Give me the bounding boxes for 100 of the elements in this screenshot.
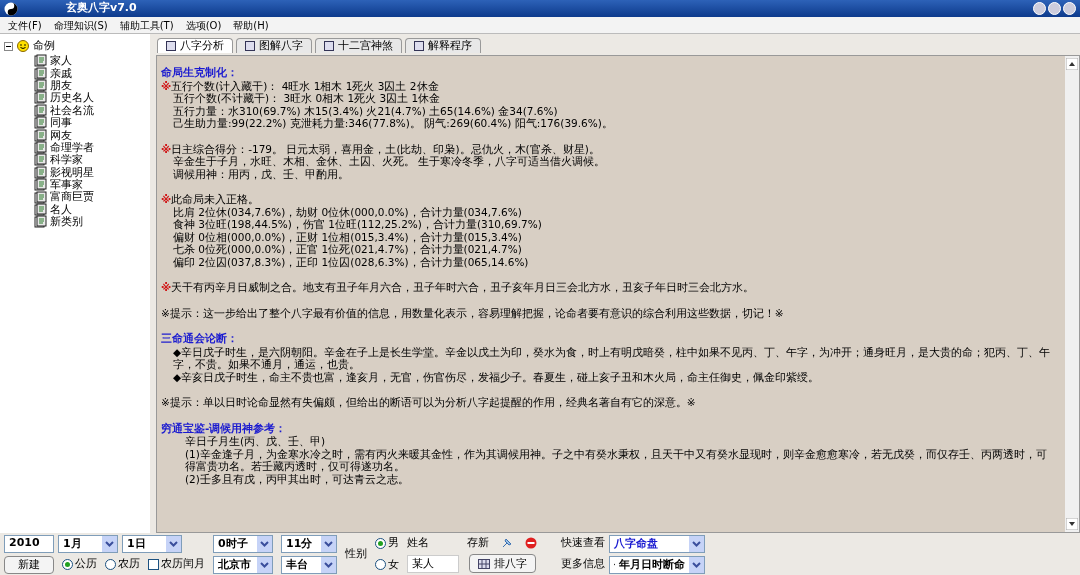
tree-item[interactable]: 家人 — [50, 55, 72, 67]
gender-label: 性别 — [345, 545, 367, 562]
tree-item[interactable]: 命理学者 — [50, 141, 94, 153]
day-select[interactable]: 1日 — [122, 534, 182, 553]
text-line: 辛日子月生(丙、戊、壬、甲) — [185, 435, 326, 448]
tree-item[interactable]: 军事家 — [50, 179, 83, 191]
tab-icon — [166, 41, 176, 51]
collapse-toggle-icon[interactable] — [4, 41, 13, 51]
quick-view-select[interactable]: 八字命盘 — [609, 534, 705, 553]
text-line: ◆辛日戊子时生，是六阴朝阳。辛金在子上是长生学堂。辛金以戊土为印，癸水为食，时上有明戊暗癸，柱中如果不见丙、丁、午字，为冲开；通身旺月，是大贵的命；犯丙、丁、午字，不贵。如果不通月，通运，也贵。 — [173, 345, 1052, 371]
tree-item[interactable]: 社会名流 — [50, 104, 94, 116]
text-line: (2)壬多且有戊，丙甲其出时，可达青云之志。 — [185, 472, 409, 485]
tree-item[interactable]: 朋友 — [50, 79, 72, 91]
scroll-down-icon[interactable] — [1066, 518, 1078, 530]
save-label: 存新 — [467, 534, 489, 551]
radio-option[interactable]: 公历 — [62, 556, 97, 573]
close-button[interactable] — [1063, 2, 1076, 15]
select-value: 0时子 — [217, 538, 249, 549]
pin-icon[interactable] — [501, 537, 513, 549]
more-info-select[interactable]: 年月日时断命 — [609, 555, 705, 574]
tab-icon — [245, 41, 255, 51]
book-icon — [34, 215, 47, 229]
select-value: 丰台 — [285, 559, 309, 570]
book-icon — [34, 190, 47, 204]
book-icon — [34, 202, 47, 216]
tab-icon — [414, 41, 424, 51]
grid-icon — [477, 558, 490, 569]
leap-month-checkbox[interactable]: 农历闰月 — [148, 556, 205, 573]
book-icon — [34, 153, 47, 167]
chart-button[interactable]: 排八字 — [468, 554, 536, 574]
menu-item[interactable]: 辅助工具(T) — [119, 17, 174, 33]
tree-item[interactable]: 亲戚 — [50, 67, 72, 79]
tree-item[interactable]: 命例 — [33, 38, 55, 55]
text-line: (1)辛金逢子月，为金寒水冷之时，需有丙火来暖其金性，作为其调候用神。子之中有癸水秉权，且天干中又有癸水显现时，则辛金愈愈寒冷，若无戊癸，而仅存壬、丙两透时，可得富贵功名。若壬藏丙透时，仅可得遂功名。 — [185, 447, 1048, 473]
name-label: 姓名 — [407, 535, 430, 552]
book-icon — [34, 165, 47, 179]
text-line: ※提示：这一步给出了整个八字最有价值的信息，用数量化表示，容易理解把握，论命者要有意识的综合利用这些数据，切记！※ — [161, 306, 784, 319]
district-select[interactable]: 丰台 — [281, 555, 337, 574]
hour-select[interactable]: 0时子 — [213, 534, 273, 553]
chevron-down-icon — [689, 535, 704, 552]
select-value: 北京市 — [217, 559, 252, 570]
tab[interactable]: 图解八字 — [236, 38, 312, 53]
minimize-button[interactable] — [1033, 2, 1046, 15]
radio-option[interactable]: 女 — [375, 556, 399, 573]
menu-item[interactable]: 帮助(H) — [233, 17, 269, 33]
more-info-label: 更多信息 — [561, 556, 605, 573]
month-select[interactable]: 1月 — [58, 534, 118, 553]
book-icon — [34, 79, 47, 92]
radio-option[interactable]: 农历 — [105, 556, 140, 573]
quick-view-label: 快速查看 — [561, 535, 605, 552]
chevron-down-icon — [166, 535, 181, 552]
menu-item[interactable]: 选项(O) — [185, 17, 222, 33]
text-line: 辛金生于子月，水旺、木相、金休、土囚、火死。 生于寒冷冬季，八字可适当借火调候。 — [173, 155, 606, 168]
tree-item[interactable]: 网友 — [50, 129, 72, 141]
text-line: 调候用神：用丙，戊、壬、甲酌用。 — [173, 167, 349, 180]
restore-button[interactable] — [1048, 2, 1061, 15]
marker: ※ — [161, 281, 172, 294]
tree-item[interactable]: 同事 — [50, 117, 72, 129]
book-icon — [34, 54, 47, 68]
scrollbar[interactable] — [1065, 56, 1079, 532]
book-icon — [34, 140, 47, 154]
text-line: 七杀 0位死(000,0.0%)，正官 1位死(021,4.7%)，合计力量(021,4.7%) — [173, 243, 522, 256]
book-icon — [34, 116, 47, 130]
tree-item[interactable]: 名人 — [50, 203, 72, 215]
book-icon — [34, 91, 47, 105]
scroll-up-icon[interactable] — [1066, 58, 1078, 70]
tree-item[interactable]: 富商巨贾 — [50, 191, 94, 203]
tree-item[interactable]: 科学家 — [50, 154, 83, 166]
chevron-down-icon — [257, 535, 272, 552]
text-line: 五行个数(计入藏干)： 4旺水 1相木 1死火 3囚土 2休金 — [171, 79, 439, 92]
chevron-down-icon — [321, 535, 336, 552]
book-icon — [34, 128, 47, 142]
province-select[interactable]: 北京市 — [213, 555, 273, 574]
new-button[interactable]: 新建 — [4, 555, 54, 574]
tab[interactable]: 十二宫神煞 — [315, 38, 402, 53]
text-line: 五行力量：水310(69.7%) 木15(3.4%) 火21(4.7%) 土65(14.6%) 金34(7.6%) — [173, 104, 558, 117]
year-spinner[interactable]: 2010 — [4, 534, 54, 553]
text-line: 偏印 2位囚(037,8.3%)，正印 1位囚(028,6.3%)，合计力量(065,14.6%) — [173, 255, 529, 268]
book-icon — [34, 178, 47, 192]
chevron-down-icon — [102, 535, 117, 552]
radio-option[interactable]: 男 — [375, 535, 399, 552]
marker: ※ — [161, 79, 172, 92]
minute-select[interactable]: 11分 — [281, 534, 337, 553]
tree-item[interactable]: 历史名人 — [50, 92, 94, 104]
tab[interactable]: 八字分析 — [157, 38, 233, 53]
marker: ※ — [161, 193, 172, 206]
text-line: 天干有丙辛月日威制之合。地支有丑子年月六合，丑子年时六合，丑子亥年月日三会北方水，丑亥子年日时三会北方水。 — [171, 281, 755, 294]
section-heading: 命局生克制化： — [161, 66, 239, 79]
tab[interactable]: 解释程序 — [405, 38, 481, 53]
select-value: 1月 — [62, 538, 83, 549]
smiley-icon — [17, 40, 29, 53]
tree-item[interactable]: 影视明星 — [50, 166, 94, 178]
tree-item[interactable]: 新类别 — [50, 216, 83, 228]
menu-item[interactable]: 文件(F) — [8, 17, 42, 33]
select-value: 八字命盘 — [613, 538, 659, 549]
yin-yang-icon — [4, 1, 18, 16]
name-input[interactable]: 某人 — [407, 554, 459, 573]
section-heading: 三命通会论断： — [161, 332, 239, 345]
menu-item[interactable]: 命理知识(S) — [53, 17, 108, 33]
stop-icon[interactable] — [525, 537, 537, 549]
